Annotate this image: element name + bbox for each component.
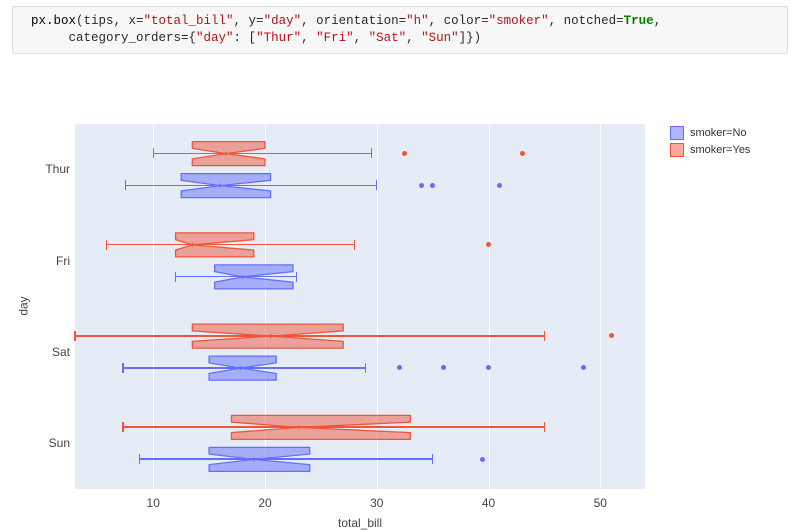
legend[interactable]: smoker=No smoker=Yes xyxy=(670,126,750,160)
box[interactable] xyxy=(75,124,645,489)
code-cell: px.box(tips, x="total_bill", y="day", or… xyxy=(12,6,788,54)
y-tick-label: Sun xyxy=(35,436,70,450)
y-tick-label: Fri xyxy=(35,254,70,268)
x-axis-title: total_bill xyxy=(75,516,645,530)
x-tick-label: 30 xyxy=(362,496,392,510)
x-tick-label: 10 xyxy=(138,496,168,510)
legend-item-no[interactable]: smoker=No xyxy=(670,126,750,140)
legend-swatch-yes xyxy=(670,143,684,157)
y-axis-title: day xyxy=(16,124,32,489)
code-fn: px.box xyxy=(31,14,76,28)
x-tick-label: 20 xyxy=(250,496,280,510)
box-plot[interactable]: total_bill 1020304050 day ThurFriSatSun … xyxy=(0,54,800,509)
x-tick-label: 40 xyxy=(474,496,504,510)
x-tick-label: 50 xyxy=(585,496,615,510)
y-tick-label: Sat xyxy=(35,345,70,359)
legend-item-yes[interactable]: smoker=Yes xyxy=(670,143,750,157)
plot-area[interactable] xyxy=(75,124,645,489)
legend-label-yes: smoker=Yes xyxy=(690,144,750,156)
legend-label-no: smoker=No xyxy=(690,127,747,139)
y-tick-label: Thur xyxy=(35,162,70,176)
legend-swatch-no xyxy=(670,126,684,140)
